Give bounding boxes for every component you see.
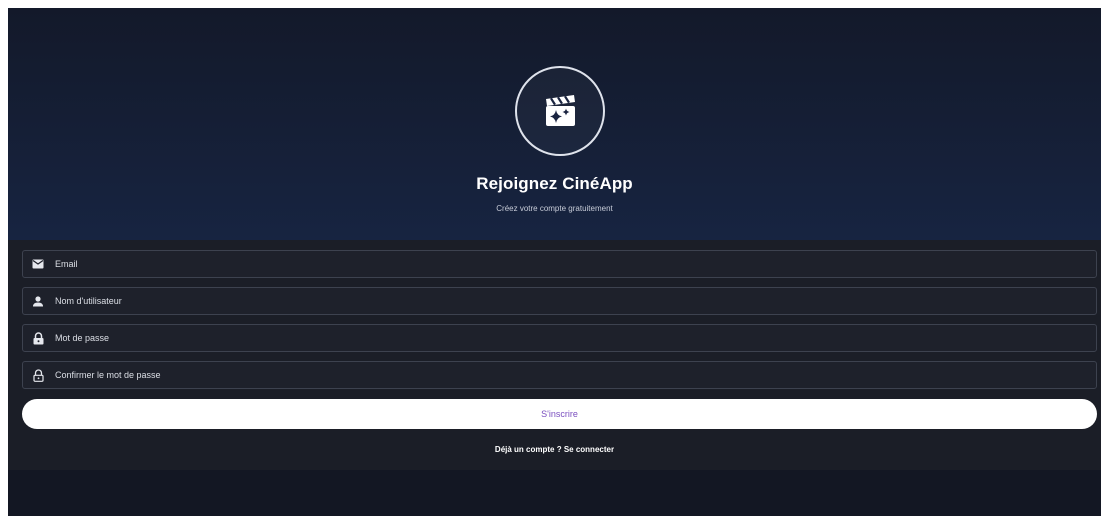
confirm-password-field-wrapper — [22, 361, 1097, 389]
email-field-wrapper — [22, 250, 1097, 278]
signup-form: S'inscrire Déjà un compte ? Se connecter — [8, 240, 1101, 470]
signup-button[interactable]: S'inscrire — [22, 399, 1097, 429]
app-logo — [515, 66, 605, 156]
email-input[interactable] — [51, 251, 1096, 277]
username-field-wrapper — [22, 287, 1097, 315]
mail-icon — [23, 251, 51, 277]
page-title: Rejoignez CinéApp — [476, 174, 633, 193]
page-subtitle: Créez votre compte gratuitement — [496, 204, 613, 213]
lock-icon — [23, 325, 51, 351]
password-field-wrapper — [22, 324, 1097, 352]
password-input[interactable] — [51, 325, 1096, 351]
username-input[interactable] — [51, 288, 1096, 314]
person-icon — [23, 288, 51, 314]
login-link[interactable]: Déjà un compte ? Se connecter — [8, 445, 1101, 454]
lock-outline-icon — [23, 362, 51, 388]
confirm-password-input[interactable] — [51, 362, 1096, 388]
page-footer — [8, 470, 1101, 516]
hero-header: Rejoignez CinéApp Créez votre compte gra… — [8, 8, 1101, 240]
app-root: Rejoignez CinéApp Créez votre compte gra… — [8, 8, 1101, 516]
movie-clapper-sparkle-icon — [546, 95, 575, 126]
